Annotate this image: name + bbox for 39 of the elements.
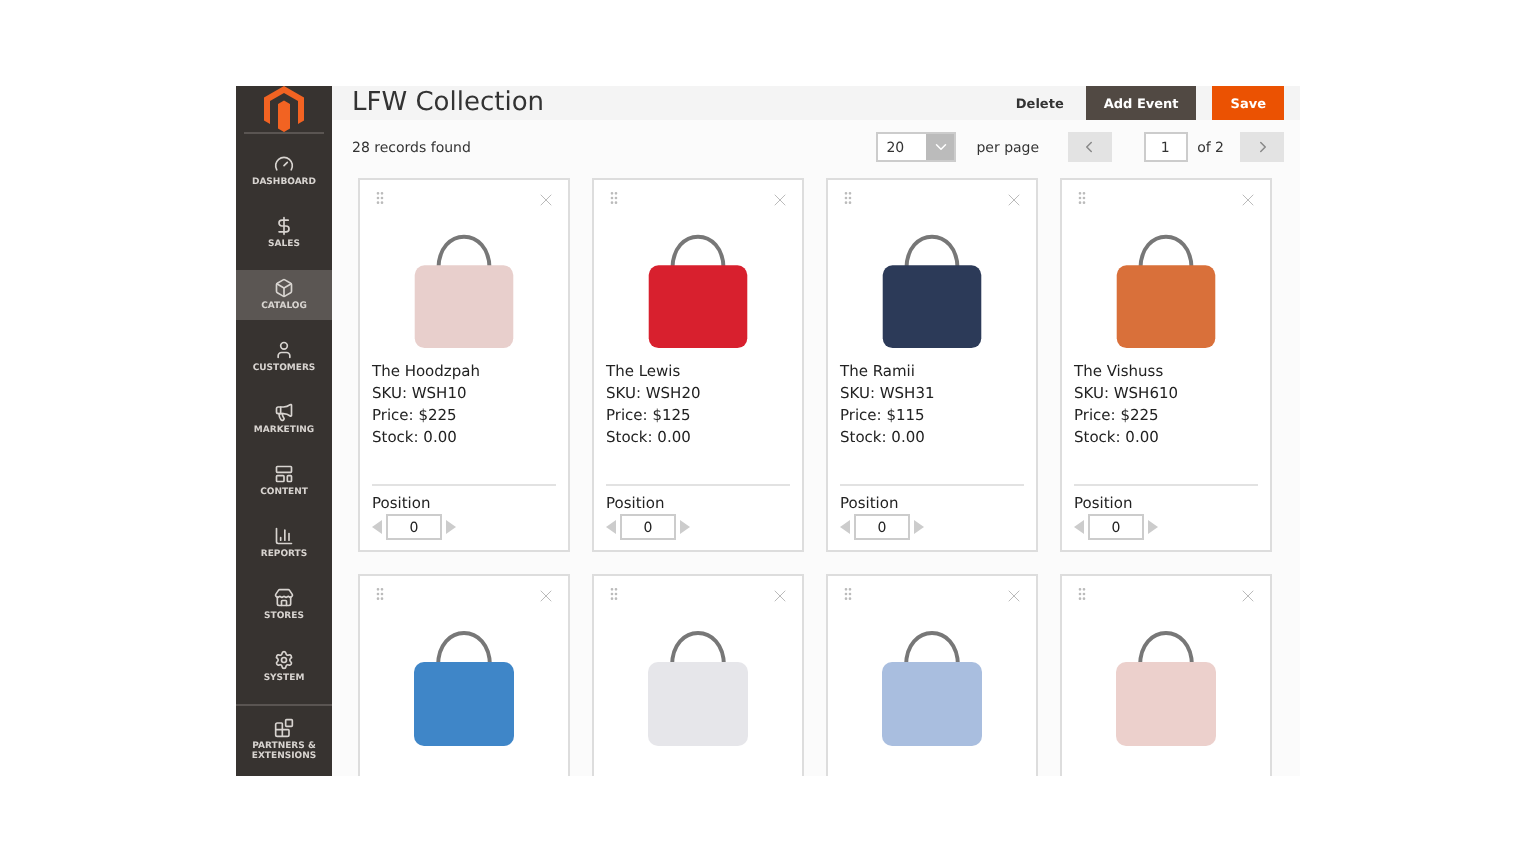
close-icon[interactable] — [770, 586, 790, 606]
drag-handle-icon[interactable] — [840, 190, 856, 206]
box-icon — [274, 278, 294, 298]
person-icon — [274, 340, 294, 360]
layout-icon — [274, 464, 294, 484]
close-icon[interactable] — [770, 190, 790, 210]
drag-handle-icon[interactable] — [372, 586, 388, 602]
drag-handle-icon[interactable] — [1074, 586, 1090, 602]
left-arrow-icon[interactable] — [372, 520, 382, 534]
close-icon[interactable] — [1238, 190, 1258, 210]
right-arrow-icon[interactable] — [1148, 520, 1158, 534]
close-icon[interactable] — [1238, 586, 1258, 606]
right-arrow-icon[interactable] — [446, 520, 456, 534]
right-arrow-icon[interactable] — [914, 520, 924, 534]
dollar-icon — [274, 216, 294, 236]
close-icon[interactable] — [536, 190, 556, 210]
drag-handle-icon[interactable] — [840, 586, 856, 602]
blocks-icon — [274, 718, 294, 738]
page-title: LFW Collection — [352, 88, 547, 118]
logo-icon — [264, 86, 304, 132]
right-arrow-icon[interactable] — [680, 520, 690, 534]
megaphone-icon — [274, 402, 294, 422]
drag-handle-icon[interactable] — [1074, 190, 1090, 206]
previous-page-button[interactable] — [1067, 132, 1112, 162]
close-icon[interactable] — [1004, 586, 1024, 606]
left-arrow-icon[interactable] — [840, 520, 850, 534]
drag-handle-icon[interactable] — [606, 586, 622, 602]
gauge-icon — [274, 154, 294, 174]
drag-handle-icon[interactable] — [372, 190, 388, 206]
left-arrow-icon[interactable] — [606, 520, 616, 534]
next-page-button[interactable] — [1240, 132, 1284, 162]
bar-chart-icon — [274, 526, 294, 546]
left-arrow-icon[interactable] — [1074, 520, 1084, 534]
drag-handle-icon[interactable] — [606, 190, 622, 206]
caret-icon — [931, 138, 950, 156]
close-icon[interactable] — [536, 586, 556, 606]
store-icon — [274, 588, 294, 608]
close-icon[interactable] — [1004, 190, 1024, 210]
settings-icon — [274, 650, 294, 670]
